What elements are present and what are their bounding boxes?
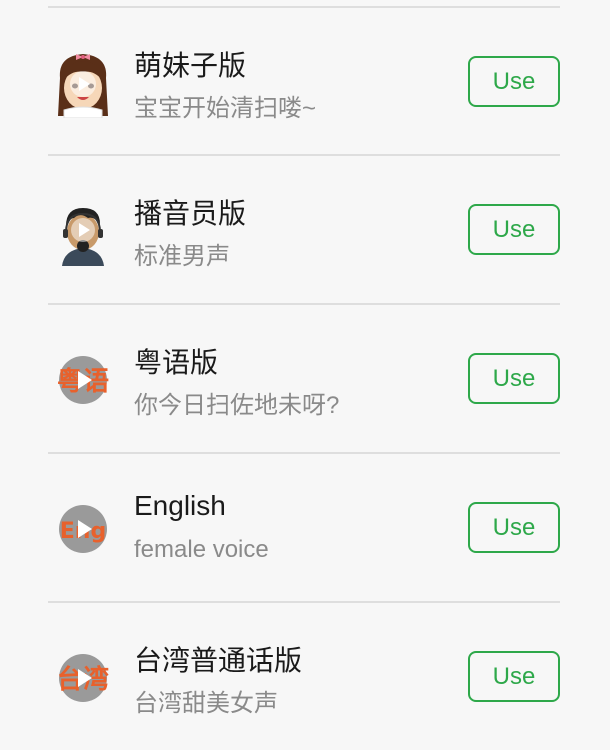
- cantonese-badge-icon: 粤语: [50, 347, 116, 413]
- announcer-avatar-icon: [50, 196, 116, 266]
- use-button[interactable]: Use: [468, 651, 560, 702]
- voice-item-cantonese[interactable]: 粤语 粤语版 你今日扫佐地未呀? Use: [0, 305, 610, 453]
- voice-subtitle: female voice: [134, 536, 269, 563]
- voice-item-announcer[interactable]: 播音员版 标准男声 Use: [0, 156, 610, 304]
- voice-subtitle: 宝宝开始清扫喽~: [134, 95, 317, 122]
- use-button[interactable]: Use: [468, 204, 560, 255]
- voice-title: 粤语版: [134, 347, 219, 378]
- voice-title: 台湾普通话版: [134, 645, 303, 676]
- voice-item-cute-girl[interactable]: 萌妹子版 宝宝开始清扫喽~ Use: [0, 8, 610, 156]
- use-button[interactable]: Use: [468, 56, 560, 107]
- voice-item-taiwan[interactable]: 台湾 台湾普通话版 台湾甜美女声 Use: [0, 603, 610, 750]
- voice-item-english[interactable]: Eng English female voice Use: [0, 454, 610, 602]
- voice-title: 萌妹子版: [134, 50, 247, 81]
- use-button[interactable]: Use: [468, 502, 560, 553]
- voice-subtitle: 标准男声: [134, 243, 230, 270]
- taiwan-badge-icon: 台湾: [50, 645, 116, 711]
- voice-pack-list: 萌妹子版 宝宝开始清扫喽~ Use 播音员版 标准男声 Use 粤语版 你今日扫…: [0, 0, 610, 750]
- voice-subtitle: 台湾甜美女声: [134, 690, 278, 717]
- voice-title: English: [134, 490, 226, 521]
- voice-title: 播音员版: [134, 198, 247, 229]
- use-button[interactable]: Use: [468, 353, 560, 404]
- girl-avatar-icon: [50, 48, 116, 119]
- english-badge-icon: Eng: [50, 496, 116, 562]
- voice-subtitle: 你今日扫佐地未呀?: [134, 392, 340, 419]
